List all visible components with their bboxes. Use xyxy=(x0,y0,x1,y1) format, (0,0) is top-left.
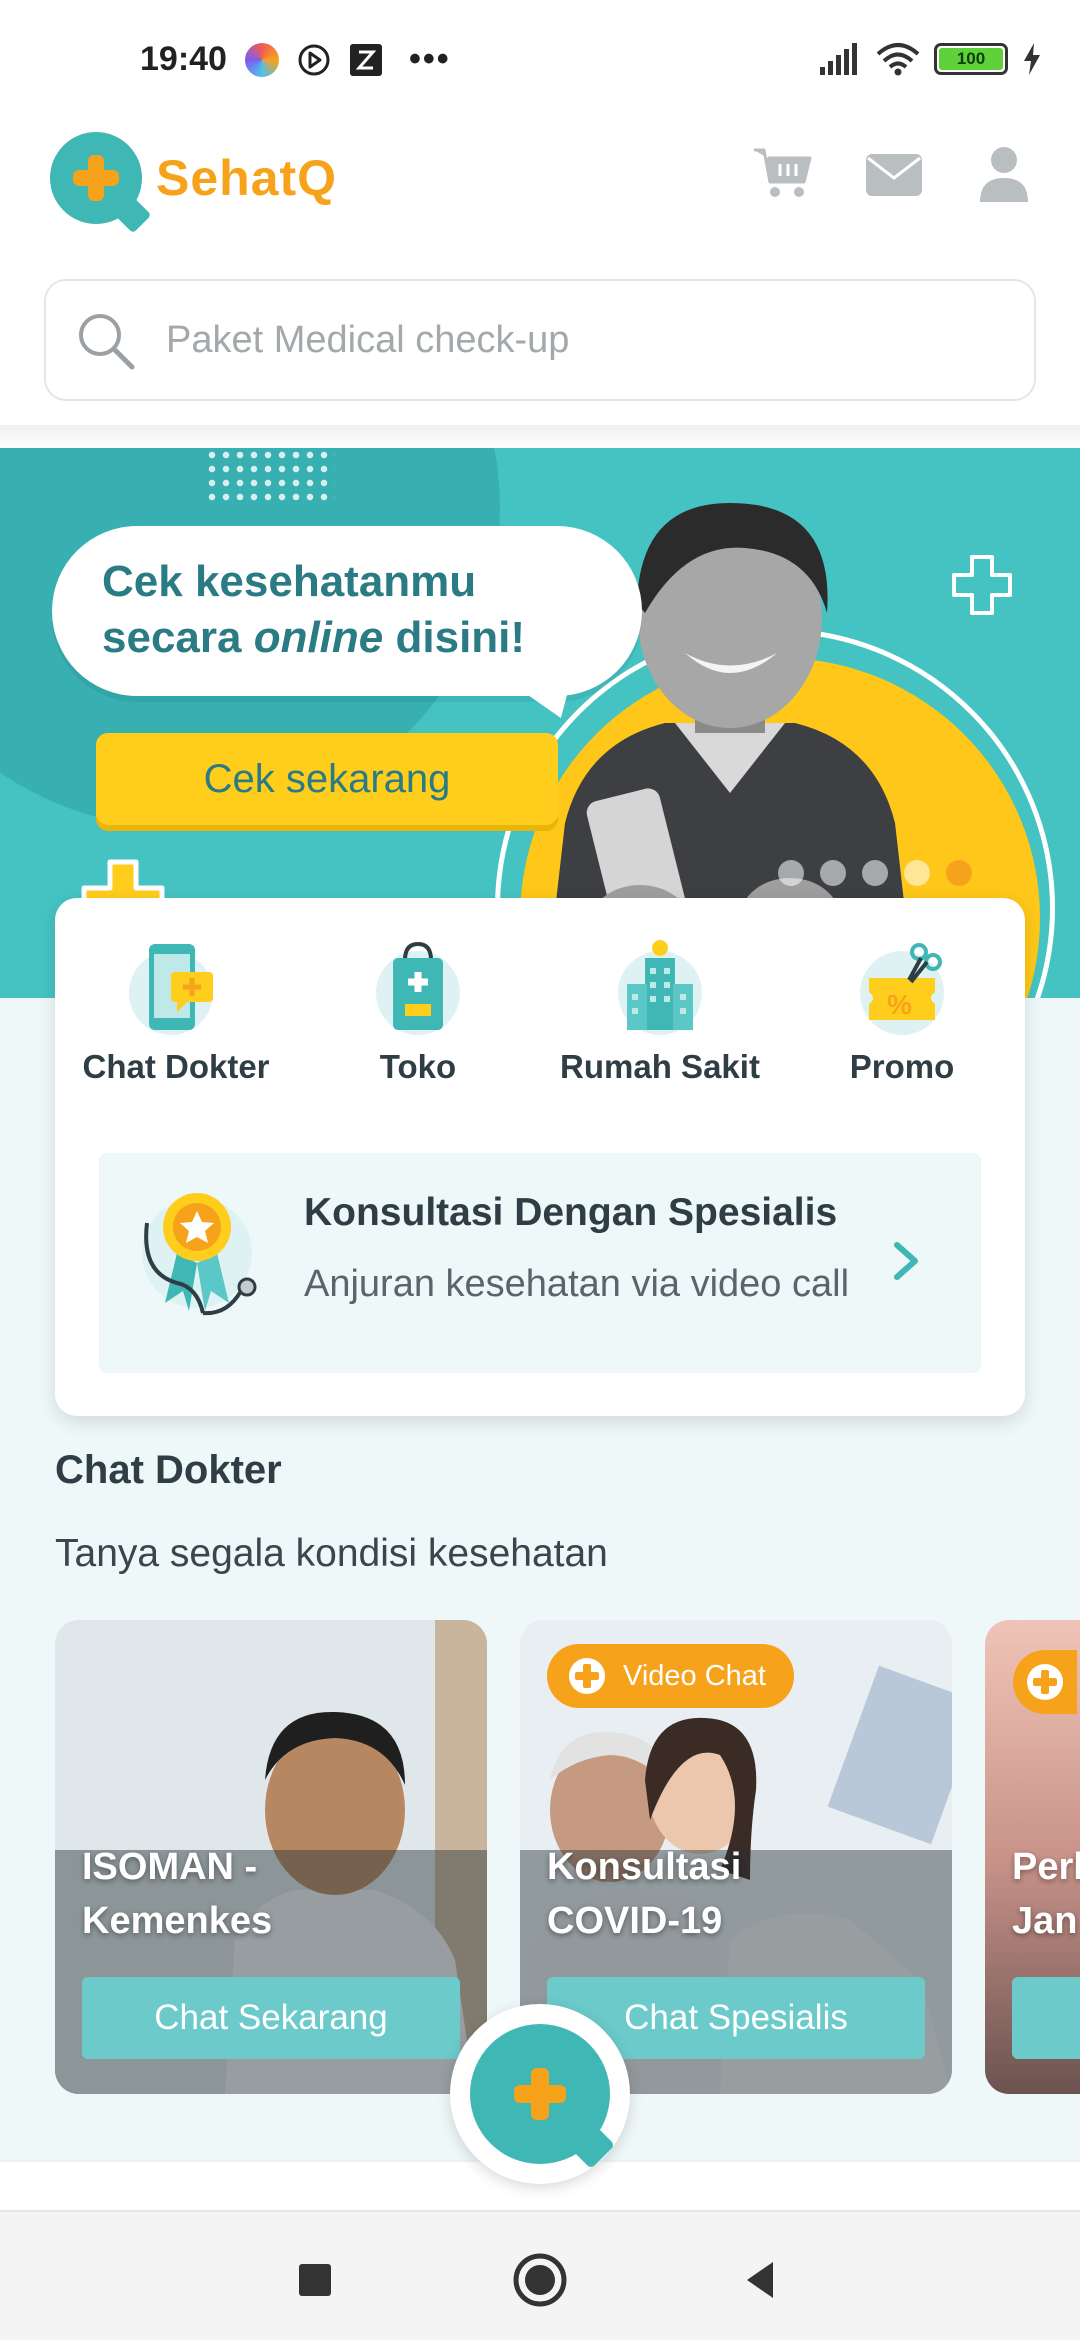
menu-label-rumah-sakit: Rumah Sakit xyxy=(560,1048,760,1085)
badge-plus-icon xyxy=(569,1658,605,1694)
app-header: SehatQ xyxy=(0,120,1080,275)
system-nav-bar xyxy=(0,2210,1080,2340)
quick-menu: Chat Dokter Toko Rumah Sakit % Promo xyxy=(55,938,1025,1086)
cart-icon[interactable] xyxy=(752,142,816,206)
colorful-app-icon xyxy=(245,42,279,77)
carousel-dot[interactable] xyxy=(778,860,804,886)
play-circle-icon xyxy=(298,44,330,75)
back-button[interactable] xyxy=(733,2250,793,2310)
menu-item-toko[interactable]: Toko xyxy=(297,938,539,1086)
carousel-dot[interactable] xyxy=(820,860,846,886)
card-title: Konsultasi COVID-19 xyxy=(547,1846,742,1942)
carousel-dot-active[interactable] xyxy=(946,860,972,886)
promo-ticket-icon: % xyxy=(860,943,944,1035)
card-title: Perl Jan xyxy=(1012,1846,1080,1942)
carousel-dot[interactable] xyxy=(904,860,930,886)
specialist-consultation-banner[interactable]: Konsultasi Dengan Spesialis Anjuran kese… xyxy=(99,1153,981,1373)
banner-line1: Cek kesehatanmu xyxy=(102,557,477,606)
chevron-right-icon xyxy=(894,1242,918,1280)
specialist-award-stethoscope-icon xyxy=(142,1193,257,1316)
more-notifications-icon: ••• xyxy=(409,40,451,78)
battery-icon: 100 xyxy=(934,43,1008,75)
triangle-back-icon xyxy=(747,2262,773,2298)
charging-icon xyxy=(1024,43,1040,75)
specialist-subtitle: Anjuran kesehatan via video call xyxy=(304,1263,850,1305)
square-icon xyxy=(299,2264,331,2296)
recents-button[interactable] xyxy=(285,2250,345,2310)
badge-plus-icon xyxy=(1027,1664,1063,1700)
banner-dot-pattern xyxy=(205,448,335,504)
card-title: ISOMAN - Kemenkes xyxy=(82,1846,273,1942)
quick-menu-card: Chat Dokter Toko Rumah Sakit % Promo Kon… xyxy=(55,898,1025,1416)
chat-card-partial[interactable]: Perl Jan xyxy=(985,1620,1080,2094)
partial-card-button[interactable] xyxy=(1012,1977,1080,2059)
notification-icons: ••• xyxy=(245,40,451,79)
menu-label-toko: Toko xyxy=(379,1048,457,1085)
z-app-icon xyxy=(350,43,382,76)
sehatq-logo-icon xyxy=(470,2024,610,2164)
status-bar: 19:40 ••• 100 xyxy=(0,0,1080,120)
plus-outline-icon xyxy=(952,555,1012,615)
sehatq-logo[interactable]: SehatQ xyxy=(50,132,337,224)
chat-doctor-icon xyxy=(129,944,213,1035)
svg-text:%: % xyxy=(887,989,912,1020)
shop-bag-icon xyxy=(376,941,460,1035)
chat-section-title: Chat Dokter xyxy=(55,1448,282,1492)
menu-item-rumah-sakit[interactable]: Rumah Sakit xyxy=(539,938,781,1086)
carousel-dot[interactable] xyxy=(862,860,888,886)
search-icon xyxy=(79,314,135,370)
signal-icon xyxy=(820,43,857,75)
battery-level: 100 xyxy=(939,48,1003,70)
partial-badge xyxy=(1013,1650,1077,1714)
status-time: 19:40 xyxy=(140,40,227,78)
menu-label-promo: Promo xyxy=(849,1048,955,1085)
carousel-indicator xyxy=(778,860,972,886)
cek-sekarang-button[interactable]: Cek sekarang xyxy=(96,733,558,825)
search-bar[interactable] xyxy=(44,279,1036,401)
menu-item-chat-dokter[interactable]: Chat Dokter xyxy=(55,938,297,1086)
home-button[interactable] xyxy=(510,2250,570,2310)
sehatq-fab-button[interactable] xyxy=(450,2004,630,2184)
banner-headline: Cek kesehatanmu secara online disini! xyxy=(102,554,642,666)
chat-sekarang-button[interactable]: Chat Sekarang xyxy=(82,1977,460,2059)
profile-icon[interactable] xyxy=(972,142,1036,206)
search-input[interactable] xyxy=(166,281,986,399)
wifi-icon xyxy=(876,43,920,76)
video-chat-badge: Video Chat xyxy=(547,1644,794,1708)
banner-line2: secara online disini! xyxy=(102,613,526,662)
badge-label: Video Chat xyxy=(623,1660,766,1692)
logo-badge-icon xyxy=(50,132,142,224)
specialist-title: Konsultasi Dengan Spesialis xyxy=(304,1191,838,1234)
logo-text: SehatQ xyxy=(156,150,338,206)
mail-icon[interactable] xyxy=(862,142,926,206)
hospital-icon xyxy=(618,940,702,1035)
header-divider xyxy=(0,425,1080,449)
circle-icon xyxy=(513,2253,567,2307)
system-status-icons: 100 xyxy=(818,42,1042,76)
chat-section-subtitle: Tanya segala kondisi kesehatan xyxy=(55,1532,608,1575)
chat-card-isoman[interactable]: ISOMAN - Kemenkes Chat Sekarang xyxy=(55,1620,487,2094)
menu-item-promo[interactable]: % Promo xyxy=(781,938,1023,1086)
menu-label-chat-dokter: Chat Dokter xyxy=(82,1048,270,1085)
